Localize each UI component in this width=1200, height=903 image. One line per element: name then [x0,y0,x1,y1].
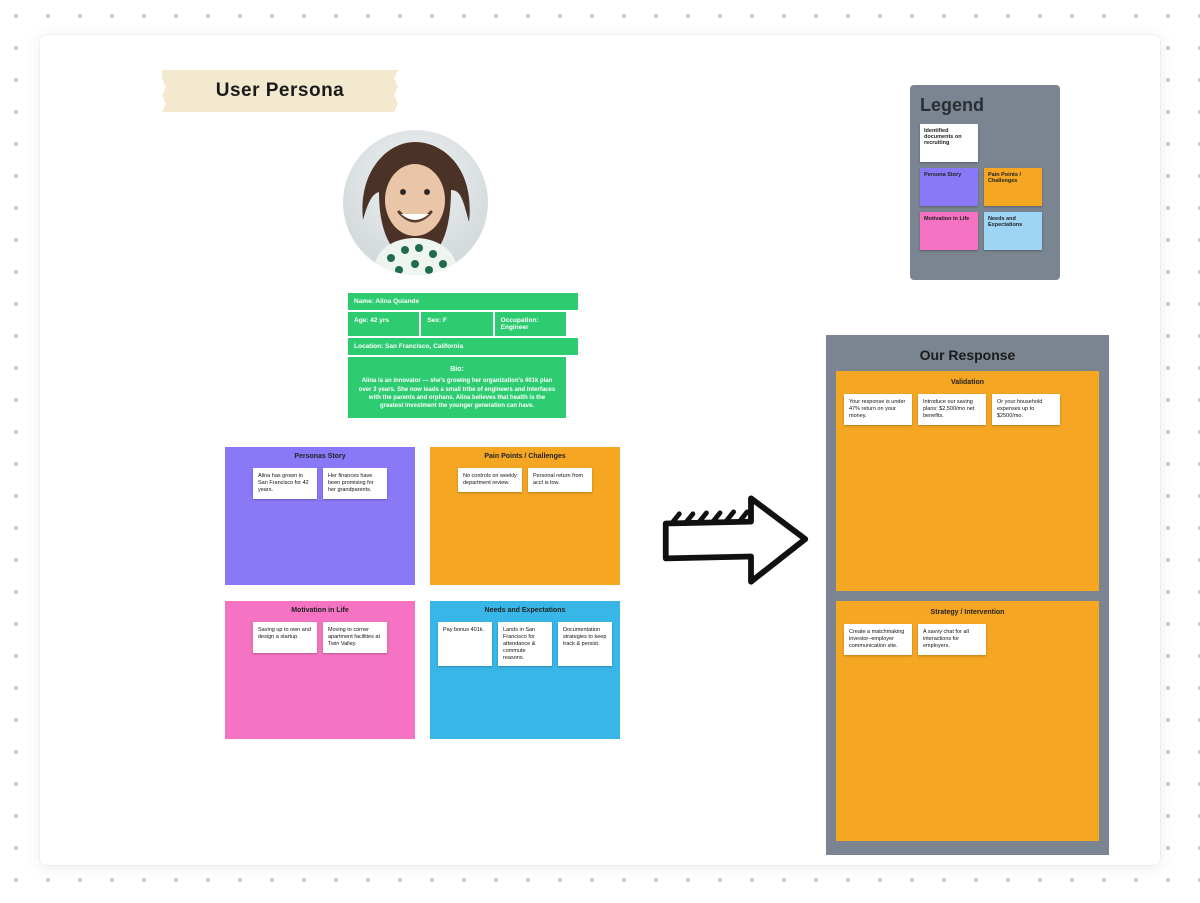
card-title: Personas Story [233,453,407,460]
card-pain-points[interactable]: Pain Points / Challenges No controls on … [430,447,620,585]
info-location: Location: San Francisco, California [348,338,578,355]
card-personas-story[interactable]: Personas Story Alina has grown in San Fr… [225,447,415,585]
legend-item-identified: Identified documents on recruiting [920,124,978,162]
sticky[interactable]: Create a matchmaking investor–employer c… [844,624,912,655]
card-title: Strategy / Intervention [844,609,1091,616]
legend-item-persona-story: Persona Story [920,168,978,206]
legend-item-pain-points: Pain Points / Challenges [984,168,1042,206]
card-title: Needs and Expectations [438,607,612,614]
sticky[interactable]: Documentation strategies to keep track &… [558,622,612,666]
legend-title: Legend [920,95,1050,116]
info-bio: Bio: Alina is an innovator — she's growi… [348,357,566,418]
response-card-validation[interactable]: Validation Your response is under 47% re… [836,371,1099,591]
sticky[interactable]: Personal return from acct is low. [528,468,592,492]
card-title: Motivation in Life [233,607,407,614]
sticky[interactable]: Pay bonus 401k. [438,622,492,666]
sticky[interactable]: No controls on weekly department review. [458,468,522,492]
response-title: Our Response [836,347,1099,363]
legend-item-motivation: Motivation in Life [920,212,978,250]
sticky[interactable]: Or your household expenses up to $2500/m… [992,394,1060,425]
sticky[interactable]: Alina has grown in San Francisco for 42 … [253,468,317,499]
info-block: Name: Alina Quiande Age: 42 yrs Sex: F O… [348,293,566,418]
legend-item-needs: Needs and Expectations [984,212,1042,250]
title-text: User Persona [216,80,345,102]
card-title: Pain Points / Challenges [438,453,612,460]
response-panel: Our Response Validation Your response is… [826,335,1109,855]
sticky[interactable]: Her finances have been promising for her… [323,468,387,499]
legend-panel: Legend Identified documents on recruitin… [910,85,1060,280]
sticky[interactable]: Your response is under 47% return on you… [844,394,912,425]
bio-title: Bio: [358,365,556,374]
sticky[interactable]: Saving up to own and design a startup. [253,622,317,653]
card-title: Validation [844,379,1091,386]
info-occupation: Occupation: Engineer [495,312,566,336]
sticky[interactable]: Introduce our saving plans: $2,500/mo ne… [918,394,986,425]
card-needs[interactable]: Needs and Expectations Pay bonus 401k. L… [430,601,620,739]
info-age: Age: 42 yrs [348,312,419,336]
arrow-icon [658,485,813,595]
canvas[interactable]: User Persona [40,35,1160,865]
sticky[interactable]: Moving to corner apartment facilities at… [323,622,387,653]
sticky[interactable]: A savvy chat for all interactions for em… [918,624,986,655]
title-tape: User Persona [170,70,390,112]
info-sex: Sex: F [421,312,492,336]
bio-text: Alina is an innovator — she's growing he… [358,377,556,409]
response-card-intervention[interactable]: Strategy / Intervention Create a matchma… [836,601,1099,841]
info-name: Name: Alina Quiande [348,293,578,310]
card-motivation[interactable]: Motivation in Life Saving up to own and … [225,601,415,739]
sticky[interactable]: Lands in San Francisco for attendance & … [498,622,552,666]
avatar [343,130,488,275]
